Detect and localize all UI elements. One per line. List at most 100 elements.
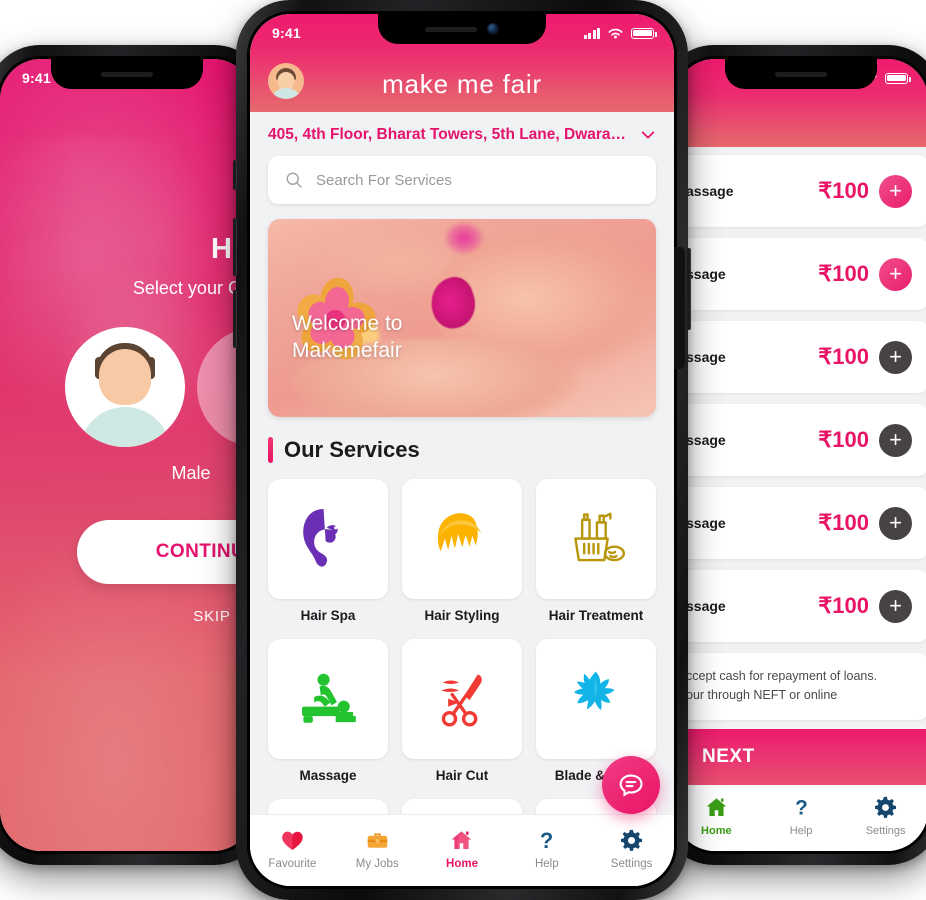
signal-icon (583, 27, 600, 39)
service-tile-hair-spa[interactable]: Hair Spa (268, 479, 388, 623)
location-text: 405, 4th Floor, Bharat Towers, 5th Lane,… (268, 126, 634, 143)
price-row[interactable]: ssage ₹100 + (674, 321, 926, 393)
phone-right-screen: 9:41 ces (674, 59, 926, 851)
service-price: ₹100 (818, 261, 869, 286)
price-row[interactable]: ssage ₹100 + (674, 487, 926, 559)
phone-left-bezel: 9:41 Hi, Select your Gender (0, 56, 257, 854)
tab-help[interactable]: ? Help (759, 795, 844, 837)
service-price: ₹100 (818, 344, 869, 369)
search-icon (286, 172, 302, 188)
svg-text:?: ? (795, 796, 808, 819)
price-row[interactable]: ssage ₹100 + (674, 238, 926, 310)
battery-icon (885, 72, 911, 84)
price-list[interactable]: assage ₹100 + ssage ₹100 + ssage ₹100 + … (674, 147, 926, 729)
welcome-banner[interactable]: Welcome to Makemefair (268, 219, 656, 417)
chat-fab-button[interactable] (602, 756, 660, 814)
add-service-button[interactable]: + (879, 506, 912, 540)
add-service-button[interactable]: + (879, 174, 912, 208)
tab-help[interactable]: ? Help (504, 828, 589, 870)
avatar-male[interactable] (65, 327, 185, 447)
service-icon-box[interactable] (268, 799, 388, 814)
phone-left-gender: 9:41 Hi, Select your Gender (0, 45, 271, 865)
svg-text:?: ? (540, 828, 553, 853)
banner-line-1: Welcome to (292, 311, 403, 335)
phone-center-home: 9:41 make me fair 405, 4th Floor, Bharat… (233, 0, 691, 900)
banner-line-2: Makemefair (292, 339, 402, 363)
app-title: make me fair (382, 69, 542, 99)
service-tile-tattoo[interactable] (402, 799, 522, 814)
gender-select-screen: 9:41 Hi, Select your Gender (0, 59, 254, 851)
price-row[interactable]: assage ₹100 + (674, 155, 926, 227)
service-icon-box[interactable] (536, 639, 656, 759)
location-selector[interactable]: 405, 4th Floor, Bharat Towers, 5th Lane,… (250, 112, 674, 154)
service-tile-massage[interactable]: Massage (268, 639, 388, 783)
add-service-button[interactable]: + (879, 340, 912, 374)
add-service-button[interactable]: + (879, 589, 912, 623)
volume-down-button[interactable] (233, 290, 237, 348)
phone-notch (378, 14, 546, 44)
blade-trim-icon (574, 672, 615, 711)
continue-button[interactable]: CONTINUE (77, 520, 254, 584)
battery-icon (631, 27, 657, 39)
tab-label: Home (446, 857, 478, 870)
service-icon-box[interactable] (402, 799, 522, 814)
power-button[interactable] (687, 248, 691, 330)
service-label: Hair Cut (435, 768, 489, 783)
service-icon-box[interactable] (402, 479, 522, 599)
service-tile-hair-treatment[interactable]: Hair Treatment (536, 479, 656, 623)
tab-label: Settings (610, 857, 653, 870)
service-label: Hair Styling (424, 608, 500, 623)
gear-icon (621, 829, 643, 851)
hair-cut-icon (441, 674, 483, 727)
phone-left-screen: 9:41 Hi, Select your Gender (0, 59, 254, 851)
payment-note: ccept cash for repayment of loans. our t… (674, 653, 926, 720)
scroll-indicator[interactable] (674, 247, 685, 369)
chevron-down-icon[interactable] (640, 127, 656, 143)
service-price: ₹100 (818, 178, 869, 203)
tab-settings[interactable]: Settings (843, 795, 926, 837)
tab-home[interactable]: Home (420, 828, 505, 870)
service-tile-hair-styling[interactable]: Hair Styling (402, 479, 522, 623)
phone-right-bezel: 9:41 ces (671, 56, 926, 854)
service-name: ssage (686, 266, 726, 282)
earpiece-speaker (101, 71, 153, 77)
price-row[interactable]: ssage ₹100 + (674, 404, 926, 476)
search-input[interactable]: Search For Services (268, 156, 656, 204)
services-price-screen: 9:41 ces (674, 59, 926, 851)
service-tile-hair-cut[interactable]: Hair Cut (402, 639, 522, 783)
phone-right-prices: 9:41 ces (660, 45, 926, 865)
tab-favourite[interactable]: Favourite (250, 828, 335, 870)
payment-note-line-1: ccept cash for repayment of loans. (686, 669, 878, 683)
bottom-tab-bar: Favourite My Jobs Home ? Help Settings (250, 814, 674, 886)
tab-label: My Jobs (355, 857, 399, 870)
mute-switch[interactable] (233, 160, 237, 190)
section-header: Our Services (250, 417, 674, 463)
next-button[interactable]: NEXT (674, 729, 926, 785)
home-screen: 9:41 make me fair 405, 4th Floor, Bharat… (250, 14, 674, 886)
price-row[interactable]: ssage ₹100 + (674, 570, 926, 642)
service-tile-cosmetics[interactable] (268, 799, 388, 814)
hair-styling-icon (438, 513, 482, 552)
wifi-icon (608, 28, 623, 38)
status-icons (583, 26, 657, 41)
tab-my-jobs[interactable]: My Jobs (335, 828, 420, 870)
service-icon-box[interactable] (268, 479, 388, 599)
screenshot-stage: 9:41 Hi, Select your Gender (0, 0, 926, 900)
tab-label: Favourite (268, 857, 317, 870)
tab-label: Settings (865, 825, 906, 837)
gear-icon (875, 796, 897, 818)
service-icon-box[interactable] (402, 639, 522, 759)
add-service-button[interactable]: + (879, 257, 912, 291)
add-service-button[interactable]: + (879, 423, 912, 457)
services-grid: Hair Spa Hair Styling Hair Treatment Mas… (250, 463, 674, 814)
service-name: ssage (686, 349, 726, 365)
heart-icon (282, 831, 303, 850)
skip-button[interactable]: SKIP (193, 608, 230, 625)
volume-up-button[interactable] (233, 218, 237, 276)
status-time: 9:41 (272, 25, 301, 41)
tab-settings[interactable]: Settings (589, 828, 674, 870)
service-icon-box[interactable] (268, 639, 388, 759)
service-name: assage (686, 183, 734, 199)
service-price: ₹100 (818, 593, 869, 618)
service-icon-box[interactable] (536, 479, 656, 599)
